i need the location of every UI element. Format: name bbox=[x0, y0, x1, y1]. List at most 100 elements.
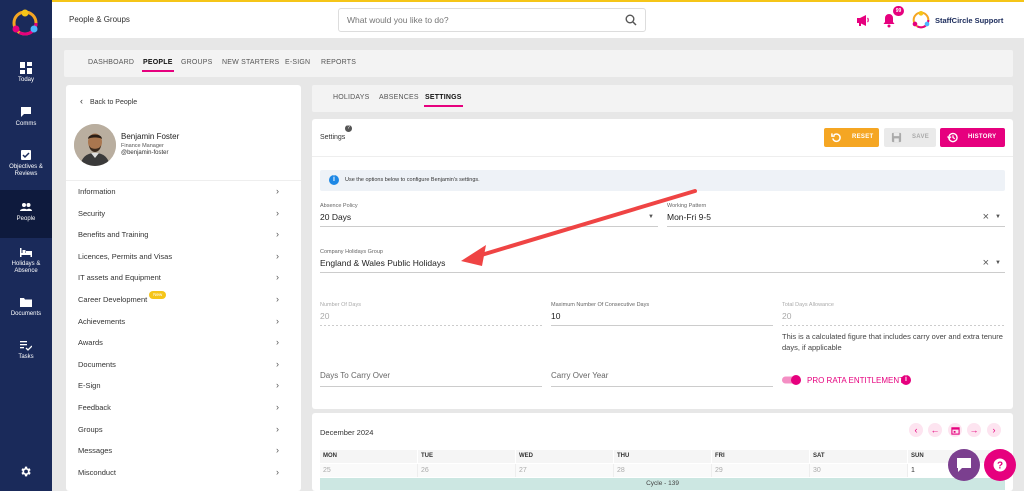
sidebar-item-label: Holidays & Absence bbox=[11, 261, 41, 274]
pro-rata-toggle[interactable] bbox=[782, 375, 801, 385]
clear-icon[interactable]: × bbox=[983, 211, 989, 223]
menu-item-label: Achievements bbox=[78, 316, 126, 326]
menu-item-achievements[interactable]: Achievements › bbox=[66, 311, 301, 333]
calendar-day-cell[interactable]: 25 bbox=[320, 464, 418, 477]
search-input[interactable] bbox=[339, 9, 609, 31]
reset-button[interactable]: RESET bbox=[824, 128, 879, 147]
sidebar-item-label: Tasks bbox=[18, 354, 34, 360]
menu-item-groups[interactable]: Groups › bbox=[66, 419, 301, 441]
tab-new-starters[interactable]: NEW STARTERS bbox=[222, 59, 279, 66]
menu-item-information[interactable]: Information › bbox=[66, 181, 301, 203]
search-icon[interactable] bbox=[625, 14, 637, 26]
sidebar-item-today[interactable]: Today bbox=[0, 62, 52, 84]
staffcircle-logo-icon[interactable] bbox=[10, 8, 40, 38]
profile-role: Finance Manager bbox=[121, 143, 164, 149]
calendar-day-cell[interactable]: 29 bbox=[712, 464, 810, 477]
carry-over-year-input[interactable]: Carry Over Year bbox=[551, 371, 773, 387]
chevron-right-icon: › bbox=[276, 229, 279, 240]
max-consecutive-days-input[interactable]: Maximum Number Of Consecutive Days 10 bbox=[551, 302, 773, 326]
menu-item-benefits[interactable]: Benefits and Training › bbox=[66, 224, 301, 246]
question-icon: ? bbox=[993, 458, 1007, 472]
folder-icon bbox=[20, 298, 32, 307]
calendar-day-cell[interactable]: 28 bbox=[614, 464, 712, 477]
number-of-days-label: Number Of Days bbox=[320, 302, 361, 308]
menu-item-misconduct[interactable]: Misconduct › bbox=[66, 462, 301, 484]
help-widget-button[interactable]: ? bbox=[984, 449, 1016, 481]
brand-name[interactable]: StaffCircle Support bbox=[935, 16, 1003, 25]
sidebar-item-people[interactable]: People bbox=[0, 190, 52, 238]
menu-item-it-assets[interactable]: IT assets and Equipment › bbox=[66, 267, 301, 289]
calendar-day-cell[interactable]: 30 bbox=[810, 464, 908, 477]
menu-item-career[interactable]: Career DevelopmentNew › bbox=[66, 289, 301, 311]
menu-item-security[interactable]: Security › bbox=[66, 203, 301, 225]
working-pattern-select[interactable]: Working Pattern Mon-Fri 9-5 × ▼ bbox=[667, 203, 1005, 227]
chevron-right-icon: › bbox=[276, 401, 279, 412]
days-to-carry-over-input[interactable]: Days To Carry Over bbox=[320, 371, 542, 387]
sidebar-item-holidays[interactable]: Holidays & Absence bbox=[0, 246, 52, 275]
chat-widget-button[interactable] bbox=[948, 449, 980, 481]
info-text: Use the options below to configure Benja… bbox=[345, 177, 480, 183]
sidebar-item-objectives[interactable]: Objectives & Reviews bbox=[0, 149, 52, 178]
back-arrow-icon[interactable]: ← bbox=[928, 423, 942, 437]
chevron-right-icon: › bbox=[276, 272, 279, 283]
forward-arrow-icon[interactable]: → bbox=[967, 423, 981, 437]
tab-holidays[interactable]: HOLIDAYS bbox=[333, 94, 369, 101]
sidebar-item-label: Comms bbox=[15, 121, 37, 127]
tab-settings[interactable]: SETTINGS bbox=[424, 94, 463, 107]
settings-panel: Settings ? RESET SAVE HISTORY i Use the … bbox=[312, 119, 1013, 409]
brand-logo-icon[interactable] bbox=[911, 10, 931, 30]
menu-item-licences[interactable]: Licences, Permits and Visas › bbox=[66, 246, 301, 268]
sidebar-item-documents[interactable]: Documents bbox=[0, 296, 52, 318]
menu-item-feedback[interactable]: Feedback › bbox=[66, 397, 301, 419]
calendar-day-cell[interactable]: 27 bbox=[516, 464, 614, 477]
help-icon[interactable]: ? bbox=[345, 125, 352, 132]
back-to-people-link[interactable]: ‹ Back to People bbox=[80, 96, 137, 106]
total-allowance-value: 20 bbox=[782, 311, 792, 321]
chevron-right-icon: › bbox=[276, 380, 279, 391]
gear-icon[interactable] bbox=[19, 465, 32, 478]
previous-month-button[interactable]: ‹ bbox=[909, 423, 923, 437]
tab-absences[interactable]: ABSENCES bbox=[379, 94, 419, 101]
search-box bbox=[338, 8, 646, 32]
sidebar-item-tasks[interactable]: Tasks bbox=[0, 339, 52, 361]
settings-header: Settings ? RESET SAVE HISTORY bbox=[312, 119, 1013, 157]
bell-icon[interactable] bbox=[882, 13, 896, 28]
sidebar: Today Comms Objectives & Reviews People … bbox=[0, 0, 52, 491]
next-month-button[interactable]: › bbox=[987, 423, 1001, 437]
chevron-right-icon: › bbox=[276, 207, 279, 218]
total-allowance-label: Total Days Allowance bbox=[782, 302, 834, 308]
menu-item-documents[interactable]: Documents › bbox=[66, 354, 301, 376]
company-holidays-group-select[interactable]: Company Holidays Group England & Wales P… bbox=[320, 249, 1005, 273]
calendar-panel: December 2024 ‹ ← → › MON TUE WED THU FR… bbox=[312, 413, 1013, 491]
absence-policy-select[interactable]: Absence Policy 20 Days ▼ bbox=[320, 203, 658, 227]
tab-esign[interactable]: E-SIGN bbox=[285, 59, 310, 66]
clear-icon[interactable]: × bbox=[983, 257, 989, 269]
pro-rata-info-icon[interactable]: i bbox=[901, 375, 911, 385]
avatar[interactable] bbox=[74, 124, 116, 166]
save-button[interactable]: SAVE bbox=[884, 128, 936, 147]
bed-icon bbox=[20, 248, 32, 257]
menu-item-esign[interactable]: E-Sign › bbox=[66, 375, 301, 397]
menu-item-awards[interactable]: Awards › bbox=[66, 332, 301, 354]
calendar-month: December 2024 bbox=[320, 428, 374, 437]
menu-item-label: Career Development bbox=[78, 294, 148, 304]
calendar-day-cell[interactable]: 26 bbox=[418, 464, 516, 477]
tab-dashboard[interactable]: DASHBOARD bbox=[88, 59, 134, 66]
menu-item-label: Messages bbox=[78, 446, 113, 456]
history-button[interactable]: HISTORY bbox=[940, 128, 1005, 147]
menu-item-label: E-Sign bbox=[78, 381, 101, 391]
calendar-today-icon[interactable] bbox=[948, 423, 962, 437]
menu-item-label: Awards bbox=[78, 338, 103, 348]
profile-handle: @benjamin-foster bbox=[121, 150, 169, 156]
tab-groups[interactable]: GROUPS bbox=[181, 59, 213, 66]
megaphone-icon[interactable] bbox=[856, 14, 870, 27]
sidebar-item-label: People bbox=[16, 216, 36, 222]
main-tabs: DASHBOARD PEOPLE GROUPS NEW STARTERS E-S… bbox=[64, 50, 1013, 77]
dashboard-icon bbox=[20, 62, 32, 74]
tab-people[interactable]: PEOPLE bbox=[142, 59, 174, 72]
sidebar-item-comms[interactable]: Comms bbox=[0, 106, 52, 128]
max-consecutive-label: Maximum Number Of Consecutive Days bbox=[551, 302, 650, 308]
new-badge: New bbox=[149, 290, 167, 299]
tab-reports[interactable]: REPORTS bbox=[321, 59, 356, 66]
menu-item-messages[interactable]: Messages › bbox=[66, 440, 301, 462]
